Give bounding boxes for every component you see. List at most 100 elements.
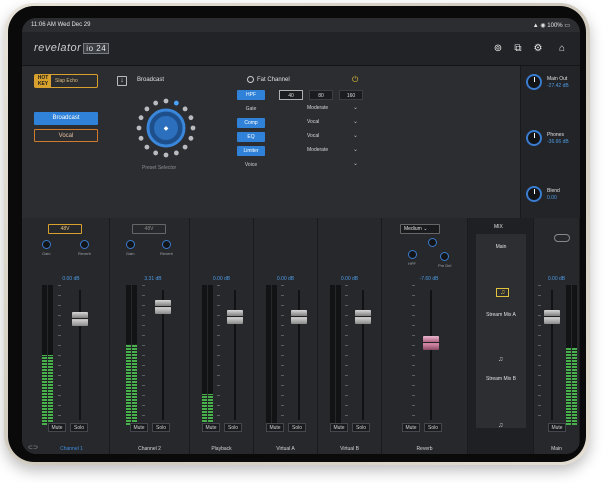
preset-dot[interactable] (144, 144, 150, 150)
eq-button[interactable]: EQ (237, 132, 265, 142)
channel-strip: 0.00 dB Mute Solo Virtual B (318, 218, 382, 454)
hpf-label: HPF (408, 261, 416, 266)
preset-broadcast-button[interactable]: Broadcast (34, 112, 98, 125)
hpf-button[interactable]: HPF (237, 90, 265, 100)
fader-handle[interactable] (355, 310, 371, 324)
channel-name[interactable]: Channel 1 (28, 446, 115, 452)
mute-button[interactable]: Mute (266, 423, 284, 432)
solo-button[interactable]: Solo (70, 423, 88, 432)
reverb-strip: Medium ⌄ HPF Pre Del -7.60 dB Mute Solo … (382, 218, 468, 454)
mute-button[interactable]: Mute (202, 423, 220, 432)
hpf-option-40[interactable]: 40 (279, 90, 303, 100)
mix-item-stream-a[interactable]: Stream Mix A (482, 312, 520, 318)
solo-button[interactable]: Solo (224, 423, 242, 432)
reverb-knob[interactable] (162, 240, 171, 249)
reverb-knob[interactable] (80, 240, 89, 249)
channel-name[interactable]: Reverb (382, 446, 467, 452)
preset-dot[interactable] (182, 144, 188, 150)
mix-item-stream-b[interactable]: Stream Mix B (482, 376, 520, 382)
download-icon[interactable]: ↓ (117, 76, 127, 86)
main-strip: 0.00 dB Mute Main (534, 218, 580, 454)
chevron-down-icon: ⌄ (353, 147, 359, 153)
main-out-knob[interactable] (526, 74, 542, 90)
gain-knob[interactable] (42, 240, 51, 249)
mute-button[interactable]: Mute (330, 423, 348, 432)
comp-value: Vocal (307, 119, 320, 125)
fader-handle[interactable] (155, 300, 171, 314)
channel-name[interactable]: Channel 2 (110, 446, 189, 452)
limiter-button[interactable]: Limiter (237, 146, 265, 156)
link-chain-icon[interactable]: ⊂⊃ (28, 444, 38, 451)
fader-scale (412, 285, 415, 425)
blend-knob[interactable] (526, 186, 542, 202)
preset-dot[interactable] (153, 150, 159, 156)
hpf-knob[interactable] (408, 250, 417, 259)
voice-button[interactable]: Voice (237, 160, 265, 170)
preset-dot[interactable] (138, 135, 144, 141)
mute-button[interactable]: Mute (548, 423, 566, 432)
hpf-option-160[interactable]: 160 (339, 90, 363, 100)
preset-dot[interactable] (153, 100, 159, 106)
preset-dot[interactable] (173, 150, 179, 156)
headphones-icon[interactable]: ♫ (498, 422, 503, 429)
hotkey-button[interactable]: HOT KEY Slap Echo (34, 74, 98, 88)
headphones-icon[interactable]: ♫ (498, 356, 503, 363)
level-meter (330, 285, 335, 425)
reverb-type-select[interactable]: Medium ⌄ (400, 224, 440, 234)
status-bar: 11:06 AM Wed Dec 29 ▲ ◉ 100% ▭ (22, 18, 580, 32)
power-icon[interactable]: ⏻ (352, 75, 358, 85)
channel-name[interactable]: Virtual A (254, 446, 317, 452)
preset-dot[interactable] (138, 115, 144, 121)
preset-dot[interactable] (173, 100, 179, 106)
level-meter (266, 285, 271, 425)
home-icon[interactable]: ⌂ (556, 43, 568, 55)
gear-icon[interactable]: ⚙ (532, 43, 544, 55)
fader-handle[interactable] (544, 310, 560, 324)
solo-button[interactable]: Solo (424, 423, 442, 432)
solo-button[interactable]: Solo (288, 423, 306, 432)
preset-dot[interactable] (188, 135, 194, 141)
mix-tab[interactable]: MIX (494, 224, 503, 230)
level-meter (202, 285, 207, 425)
channel-name[interactable]: Main (534, 446, 579, 452)
mix-item-main[interactable]: Main (482, 244, 520, 250)
predelay-knob[interactable] (440, 252, 449, 261)
gain-knob[interactable] (126, 240, 135, 249)
preset-dot[interactable] (136, 125, 142, 131)
gate-button[interactable]: Gate (237, 104, 265, 114)
link-icon[interactable]: ⧉ (512, 43, 524, 55)
hpf-option-80[interactable]: 80 (309, 90, 333, 100)
preset-dot[interactable] (163, 152, 169, 158)
fader-scale (142, 285, 145, 425)
phantom-power-button[interactable]: 48V (48, 224, 82, 234)
fader-handle[interactable] (291, 310, 307, 324)
fader-handle[interactable] (423, 336, 439, 350)
headphones-icon[interactable]: ♫ (496, 288, 510, 297)
link-toggle[interactable] (554, 234, 570, 242)
hotkey-value: Slap Echo (55, 78, 78, 84)
channel-name[interactable]: Virtual B (318, 446, 381, 452)
solo-button[interactable]: Solo (152, 423, 170, 432)
phantom-power-button[interactable]: 48V (132, 224, 166, 234)
gate-value: Moderate (307, 105, 329, 111)
record-icon[interactable]: ⊚ (492, 43, 504, 55)
preset-selector-knob[interactable]: ◆ (134, 96, 198, 160)
channel-name[interactable]: Playback (190, 446, 253, 452)
fader-handle[interactable] (227, 310, 243, 324)
preset-dot[interactable] (188, 115, 194, 121)
mute-button[interactable]: Mute (402, 423, 420, 432)
preset-dot[interactable] (144, 106, 150, 112)
preset-dot[interactable] (163, 98, 169, 104)
preset-vocal-button[interactable]: Vocal (34, 129, 98, 142)
preset-dot[interactable] (182, 106, 188, 112)
eq-value: Vocal (307, 133, 320, 139)
reverb-level-knob[interactable] (428, 238, 437, 247)
comp-button[interactable]: Comp (237, 118, 265, 128)
phones-knob[interactable] (526, 130, 542, 146)
fader-handle[interactable] (72, 312, 88, 326)
mute-button[interactable]: Mute (48, 423, 66, 432)
solo-button[interactable]: Solo (352, 423, 370, 432)
preset-dot[interactable] (190, 125, 196, 131)
mute-button[interactable]: Mute (130, 423, 148, 432)
channel-db: -7.60 dB (419, 276, 439, 282)
